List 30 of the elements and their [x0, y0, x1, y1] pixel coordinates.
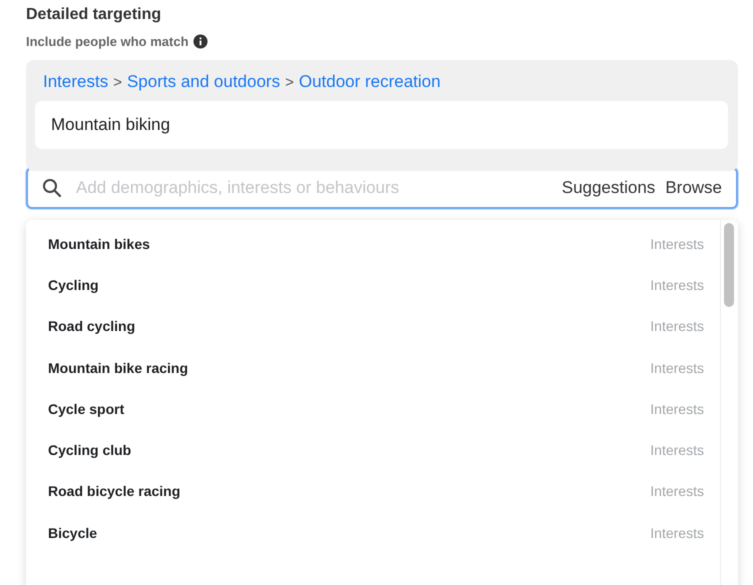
breadcrumb-link[interactable]: Outdoor recreation: [298, 72, 441, 92]
scrollbar-thumb[interactable]: [724, 223, 734, 307]
result-category: Interests: [650, 442, 704, 458]
result-category: Interests: [650, 236, 704, 252]
result-category: Interests: [650, 524, 704, 541]
selected-interest: Mountain biking: [35, 101, 728, 149]
result-name[interactable]: Cycle sport: [48, 400, 124, 417]
info-icon[interactable]: [192, 34, 208, 49]
search-tab-button[interactable]: Suggestions: [552, 178, 656, 198]
result-category: Interests: [650, 276, 704, 293]
search-icon: [42, 178, 62, 198]
result-category: Interests: [650, 360, 704, 376]
result-category: Interests: [650, 483, 704, 500]
section-title: Detailed targeting: [26, 6, 162, 24]
subtitle: Include people who match: [26, 34, 189, 49]
result-name[interactable]: Mountain bikes: [48, 236, 150, 252]
result-category: Interests: [650, 318, 704, 334]
result-name[interactable]: Road bicycle racing: [48, 483, 180, 500]
result-name[interactable]: Bicycle: [48, 524, 98, 541]
search-tab-button[interactable]: Browse: [655, 178, 722, 198]
breadcrumb-link[interactable]: Sports and outdoors: [126, 72, 280, 92]
result-category: Interests: [650, 400, 704, 417]
breadcrumb-link[interactable]: Interests: [43, 72, 108, 92]
result-name[interactable]: Road cycling: [48, 318, 136, 334]
breadcrumb-separator: >: [113, 74, 122, 90]
result-name[interactable]: Mountain bike racing: [48, 360, 188, 376]
search-field[interactable]: Add demographics, interests or behaviours Suggestions Browse: [26, 167, 738, 209]
breadcrumb-separator: >: [285, 74, 294, 90]
result-name[interactable]: Cycling club: [48, 442, 132, 458]
result-name[interactable]: Cycling: [48, 276, 99, 293]
